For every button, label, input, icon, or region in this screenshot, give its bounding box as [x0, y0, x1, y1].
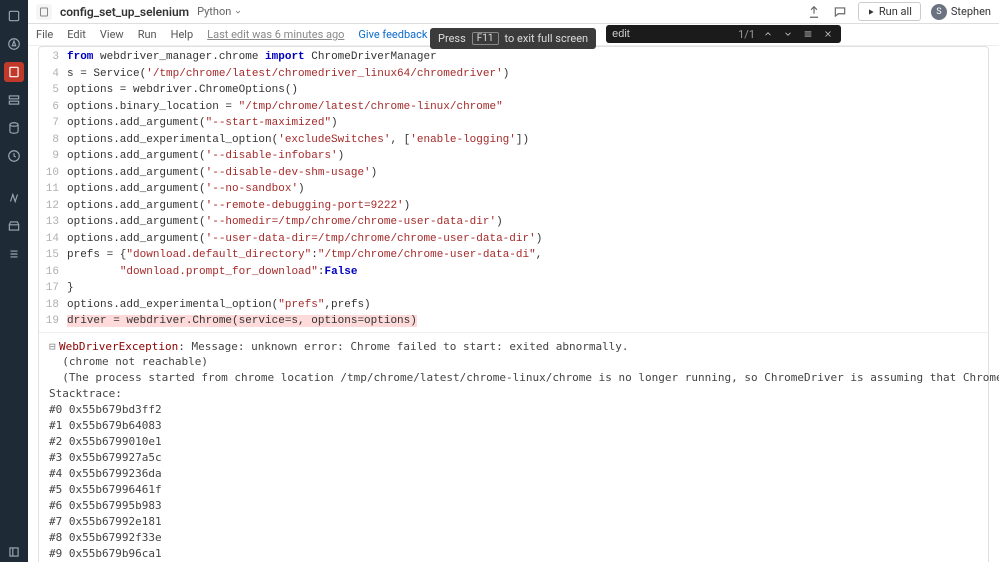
hint-key: F11	[472, 32, 499, 45]
topbar: config_set_up_selenium Python Run all S …	[28, 0, 999, 24]
share-icon[interactable]	[806, 4, 822, 20]
avatar: S	[931, 4, 947, 20]
notebook-title[interactable]: config_set_up_selenium	[60, 5, 189, 19]
data-icon[interactable]	[4, 118, 24, 138]
next-match-icon[interactable]	[781, 27, 795, 41]
feedback-link[interactable]: Give feedback	[358, 28, 427, 41]
prev-match-icon[interactable]	[761, 27, 775, 41]
logo-icon[interactable]	[4, 6, 24, 26]
menu-file[interactable]: File	[36, 28, 53, 41]
find-replace-panel: 1/1	[606, 25, 841, 43]
comment-icon[interactable]	[832, 4, 848, 20]
language-selector[interactable]: Python	[197, 5, 242, 18]
play-icon	[867, 8, 875, 16]
search-input[interactable]	[612, 28, 732, 40]
menu-run[interactable]: Run	[138, 28, 157, 41]
ml-icon[interactable]	[4, 188, 24, 208]
user-menu[interactable]: S Stephen	[931, 4, 991, 20]
close-icon[interactable]	[821, 27, 835, 41]
cluster-icon[interactable]	[4, 90, 24, 110]
collapse-icon[interactable]	[4, 542, 24, 562]
list-icon[interactable]	[4, 244, 24, 264]
content-area[interactable]: 3from webdriver_manager.chrome import Ch…	[28, 46, 999, 562]
search-count: 1/1	[738, 28, 755, 41]
run-all-label: Run all	[879, 5, 912, 18]
code-editor[interactable]: 3from webdriver_manager.chrome import Ch…	[39, 47, 988, 332]
menu-icon[interactable]	[801, 27, 815, 41]
store-icon[interactable]	[4, 216, 24, 236]
fullscreen-hint: Press F11 to exit full screen	[430, 28, 596, 49]
hint-prefix: Press	[438, 32, 466, 45]
compass-icon[interactable]	[4, 34, 24, 54]
left-iconbar	[0, 0, 28, 562]
last-edit-link[interactable]: Last edit was 6 minutes ago	[207, 28, 344, 41]
history-icon[interactable]	[4, 146, 24, 166]
run-all-button[interactable]: Run all	[858, 2, 921, 21]
notebook-glyph-icon	[36, 4, 52, 20]
code-cell-1[interactable]: 3from webdriver_manager.chrome import Ch…	[38, 46, 989, 562]
cell-output: ⊟WebDriverException: Message: unknown er…	[39, 332, 988, 562]
menu-view[interactable]: View	[100, 28, 124, 41]
user-name: Stephen	[951, 5, 991, 18]
language-label: Python	[197, 5, 231, 18]
chevron-down-icon	[234, 8, 242, 16]
menu-edit[interactable]: Edit	[67, 28, 86, 41]
hint-suffix: to exit full screen	[505, 32, 589, 45]
notebook-icon[interactable]	[4, 62, 24, 82]
menu-help[interactable]: Help	[171, 28, 194, 41]
